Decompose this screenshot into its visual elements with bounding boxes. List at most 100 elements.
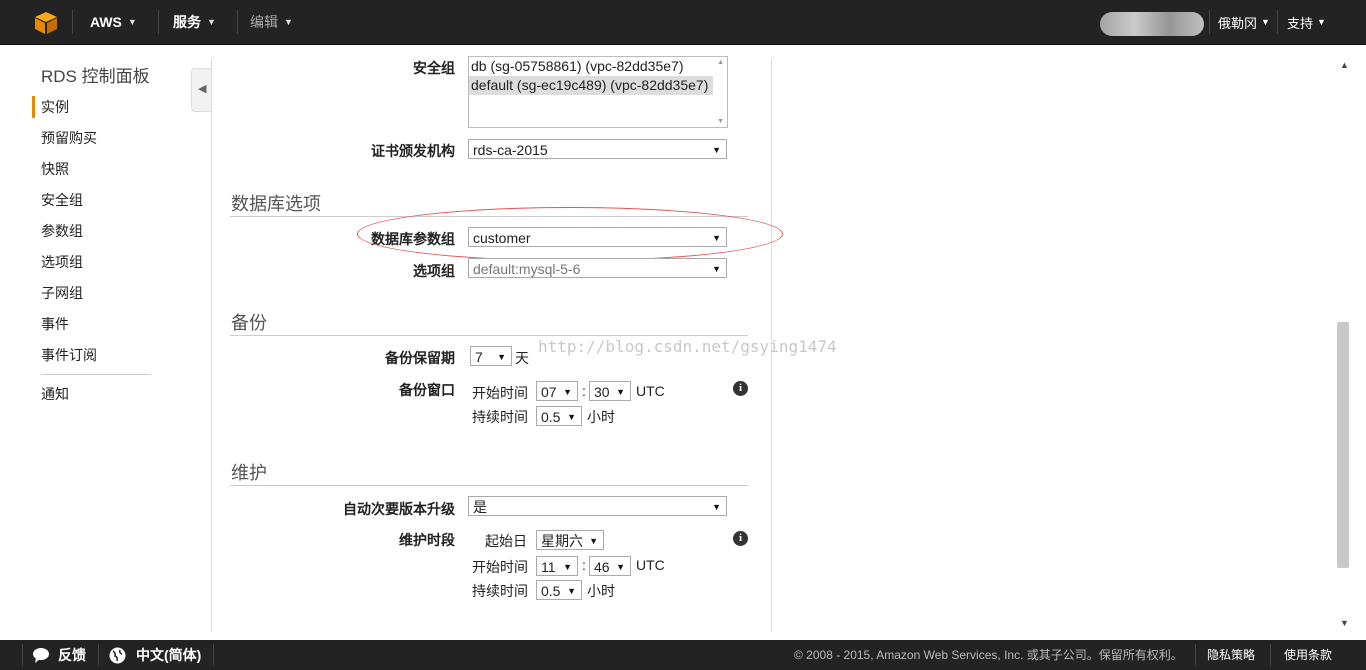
- blog-watermark: http://blog.csdn.net/gsying1474: [538, 337, 837, 356]
- certificate-authority-select[interactable]: rds-ca-2015 ▼: [468, 139, 727, 159]
- scroll-up-icon[interactable]: ▲: [1340, 60, 1349, 70]
- highlight-ellipse-annotation: [357, 207, 783, 261]
- security-group-label: 安全组: [413, 60, 455, 76]
- scroll-down-icon[interactable]: ▼: [717, 118, 724, 125]
- services-menu[interactable]: 服务 ▼: [173, 0, 216, 44]
- backup-start-hour-select[interactable]: 07 ▼: [536, 381, 578, 401]
- maintenance-duration-value: 0.5: [541, 583, 561, 599]
- dropdown-arrow-icon: ▼: [616, 387, 625, 397]
- backup-utc-label: UTC: [636, 383, 665, 399]
- maintenance-window-label: 维护时段: [399, 532, 455, 548]
- backup-start-hour-value: 07: [541, 384, 557, 400]
- maintenance-start-time-label: 开始时间: [472, 559, 528, 575]
- dropdown-arrow-icon: ▼: [712, 502, 721, 512]
- dropdown-arrow-icon: ▼: [563, 387, 572, 397]
- backup-window-label: 备份窗口: [399, 382, 455, 398]
- chevron-down-icon: ▼: [1261, 17, 1270, 27]
- sidebar-item-notifications[interactable]: 通知: [41, 384, 69, 404]
- chevron-left-icon: ◀: [198, 83, 207, 95]
- security-group-listbox[interactable]: db (sg-05758861) (vpc-82dd35e7) default …: [468, 56, 728, 128]
- dropdown-arrow-icon: ▼: [497, 352, 506, 362]
- globe-icon: [109, 647, 126, 663]
- account-name-blurred[interactable]: [1100, 12, 1204, 36]
- copyright-text: © 2008 - 2015, Amazon Web Services, Inc.…: [794, 648, 1183, 662]
- backup-duration-select[interactable]: 0.5 ▼: [536, 406, 582, 426]
- sidebar-item-event-subscriptions[interactable]: 事件订阅: [41, 345, 97, 365]
- section-title-maintenance: 维护: [231, 463, 267, 483]
- retention-unit: 天: [515, 350, 529, 366]
- aws-menu-label: AWS: [90, 14, 122, 30]
- backup-start-minute-select[interactable]: 30 ▼: [589, 381, 631, 401]
- scroll-down-icon[interactable]: ▼: [1340, 618, 1349, 628]
- language-selector[interactable]: 中文(简体): [109, 640, 201, 670]
- privacy-policy-link[interactable]: 隐私策略: [1207, 640, 1255, 670]
- backup-start-time-label: 开始时间: [472, 385, 528, 401]
- maintenance-utc-label: UTC: [636, 557, 665, 573]
- dropdown-arrow-icon: ▼: [567, 586, 576, 596]
- dropdown-arrow-icon: ▼: [589, 536, 598, 546]
- maintenance-duration-unit: 小时: [587, 583, 615, 599]
- maintenance-start-minute-select[interactable]: 46 ▼: [589, 556, 631, 576]
- auto-minor-upgrade-select[interactable]: 是 ▼: [468, 496, 727, 516]
- aws-cube-logo-icon[interactable]: [34, 11, 58, 35]
- services-menu-label: 服务: [173, 14, 201, 30]
- sidebar-border: [211, 58, 212, 632]
- feedback-button[interactable]: 反馈: [32, 640, 86, 670]
- support-menu[interactable]: 支持 ▼: [1287, 0, 1326, 44]
- backup-retention-select[interactable]: 7 ▼: [470, 346, 512, 366]
- maintenance-window-info-icon[interactable]: i: [733, 531, 748, 546]
- section-title-backup: 备份: [231, 313, 267, 333]
- chevron-down-icon: ▼: [127, 17, 137, 27]
- edit-menu[interactable]: 编辑 ▼: [250, 0, 293, 44]
- backup-window-info-icon[interactable]: i: [733, 381, 748, 396]
- region-menu[interactable]: 俄勒冈 ▼: [1218, 0, 1270, 44]
- scrollbar-thumb[interactable]: [1337, 322, 1349, 568]
- maintenance-duration-label: 持续时间: [472, 583, 528, 599]
- sidebar-title: RDS 控制面板: [41, 67, 150, 86]
- dropdown-arrow-icon: ▼: [567, 412, 576, 422]
- option-group-value: default:mysql-5-6: [473, 261, 581, 277]
- backup-retention-label: 备份保留期: [385, 350, 455, 366]
- auto-minor-upgrade-label: 自动次要版本升级: [343, 501, 455, 517]
- sidebar-collapse-button[interactable]: ◀: [191, 68, 212, 112]
- dropdown-arrow-icon: ▼: [563, 562, 572, 572]
- sidebar-item-security-groups[interactable]: 安全组: [41, 190, 83, 210]
- maintenance-start-day-select[interactable]: 星期六 ▼: [536, 530, 604, 550]
- sidebar-item-parameter-groups[interactable]: 参数组: [41, 221, 83, 241]
- section-divider: [230, 335, 748, 336]
- sidebar-item-subnet-groups[interactable]: 子网组: [41, 283, 83, 303]
- aws-menu[interactable]: AWS ▼: [90, 0, 137, 44]
- sidebar-item-reserved-purchases[interactable]: 预留购买: [41, 128, 97, 148]
- security-group-option-selected[interactable]: default (sg-ec19c489) (vpc-82dd35e7): [469, 76, 713, 95]
- scroll-up-icon[interactable]: ▲: [717, 59, 724, 66]
- page-scrollbar[interactable]: ▲ ▼: [1337, 58, 1351, 632]
- backup-retention-value: 7: [475, 349, 483, 365]
- sidebar-divider: [41, 374, 151, 375]
- speech-bubble-icon: [33, 648, 49, 663]
- section-title-db-options: 数据库选项: [231, 194, 321, 214]
- sidebar-item-instances[interactable]: 实例: [41, 97, 69, 117]
- security-group-option[interactable]: db (sg-05758861) (vpc-82dd35e7): [469, 57, 713, 76]
- maintenance-duration-select[interactable]: 0.5 ▼: [536, 580, 582, 600]
- time-colon: :: [582, 557, 586, 573]
- chevron-down-icon: ▼: [284, 17, 293, 27]
- dropdown-arrow-icon: ▼: [712, 145, 721, 155]
- sidebar-active-indicator: [32, 96, 35, 118]
- option-group-select[interactable]: default:mysql-5-6 ▼: [468, 258, 727, 278]
- sidebar-item-option-groups[interactable]: 选项组: [41, 252, 83, 272]
- option-group-label: 选项组: [413, 263, 455, 279]
- time-colon: :: [582, 383, 586, 399]
- backup-duration-unit: 小时: [587, 409, 615, 425]
- backup-start-minute-value: 30: [594, 384, 610, 400]
- terms-of-use-link[interactable]: 使用条款: [1284, 640, 1332, 670]
- maintenance-start-hour-select[interactable]: 11 ▼: [536, 556, 578, 576]
- sidebar-item-snapshots[interactable]: 快照: [41, 159, 69, 179]
- support-menu-label: 支持: [1287, 15, 1314, 31]
- section-divider: [230, 485, 748, 486]
- maintenance-start-minute-value: 46: [594, 559, 610, 575]
- footer-bar: 反馈 中文(简体) © 2008 - 2015, Amazon Web Serv…: [0, 640, 1366, 670]
- sidebar-item-events[interactable]: 事件: [41, 314, 69, 334]
- backup-duration-label: 持续时间: [472, 409, 528, 425]
- backup-duration-value: 0.5: [541, 409, 561, 425]
- auto-minor-upgrade-value: 是: [473, 499, 487, 515]
